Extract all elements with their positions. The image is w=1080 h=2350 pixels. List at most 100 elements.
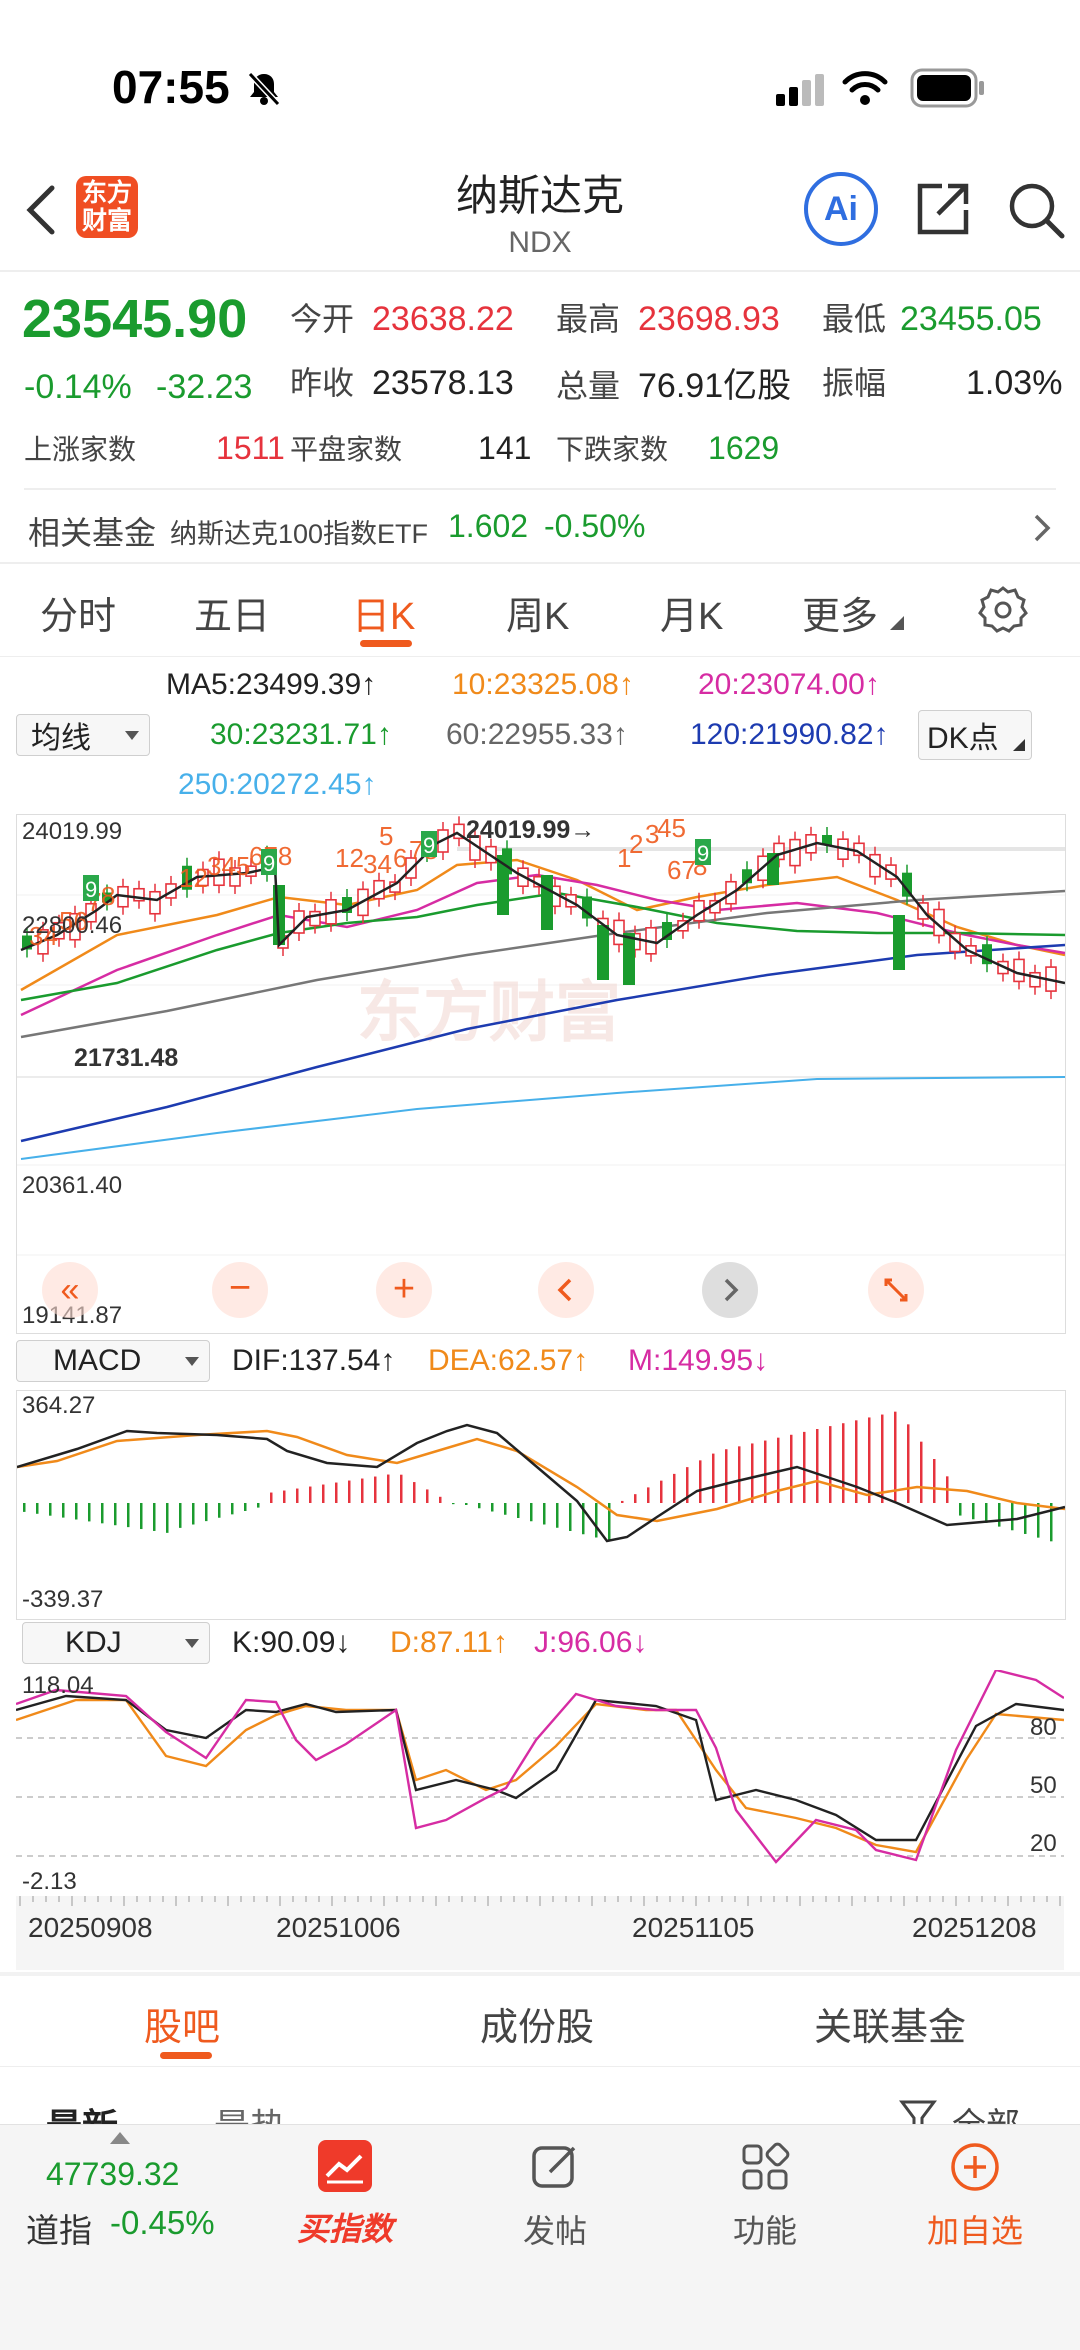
function-label: 功能 bbox=[732, 2213, 797, 2249]
kline-axis-mid: 22800.46 bbox=[22, 912, 123, 939]
svg-text:12: 12 bbox=[179, 863, 208, 893]
status-bar: 07:55 bbox=[0, 0, 1080, 150]
kdj-level-80: 80 bbox=[1030, 1714, 1057, 1741]
kline-chart[interactable]: 东方财富 3456781234567812346785123456789999 bbox=[16, 814, 1066, 1334]
tab-related-funds[interactable]: 关联基金 bbox=[814, 1996, 966, 2051]
prev-close-value: 23578.13 bbox=[372, 364, 514, 402]
fullscreen-button[interactable] bbox=[868, 1262, 924, 1318]
breadth-flat: 平盘家数 141 bbox=[290, 428, 531, 468]
breadth-up: 上涨家数 1511 bbox=[24, 428, 285, 468]
ma-selector-label: 均线 bbox=[31, 722, 91, 755]
subtab-hot[interactable]: 最热 bbox=[214, 2098, 286, 2124]
open-label: 今开 bbox=[290, 301, 355, 337]
quote-high: 最高 23698.93 bbox=[556, 294, 780, 340]
edit-icon bbox=[532, 2146, 576, 2188]
tab-monthly-k[interactable]: 月K bbox=[660, 585, 723, 640]
add-watchlist-button[interactable]: 加自选 bbox=[920, 2140, 1030, 2252]
section-gap bbox=[0, 562, 1080, 564]
macd-chart[interactable] bbox=[16, 1390, 1066, 1620]
ma30-value: 30:23231.71↑ bbox=[210, 718, 392, 751]
status-time: 07:55 bbox=[112, 61, 230, 113]
subtab-latest[interactable]: 最新 bbox=[46, 2098, 118, 2124]
macd-series bbox=[17, 1411, 1065, 1543]
svg-text:9: 9 bbox=[697, 841, 709, 866]
dropdown-arrow-icon bbox=[185, 1357, 199, 1366]
filter-all-label: 全部 bbox=[952, 2098, 1020, 2124]
date-label-1: 20250908 bbox=[28, 1912, 153, 1943]
dow-label: 道指 bbox=[26, 2212, 92, 2249]
ma60-value: 60:22955.33↑ bbox=[446, 718, 628, 751]
zoom-out-button[interactable]: − bbox=[212, 1262, 268, 1318]
dropdown-arrow-icon bbox=[185, 1639, 199, 1648]
related-fund-row[interactable]: 相关基金 纳斯达克100指数ETF 1.602 -0.50% bbox=[0, 496, 1080, 556]
amplitude-label: 振幅 bbox=[822, 365, 887, 401]
post-button[interactable]: 发帖 bbox=[500, 2140, 610, 2252]
flat-label: 平盘家数 bbox=[290, 434, 403, 465]
kdj-selector[interactable]: KDJ bbox=[22, 1622, 210, 1664]
tab-guba[interactable]: 股吧 bbox=[144, 1996, 220, 2051]
kline-max-value: 24019.99 bbox=[466, 816, 571, 844]
amplitude-value: 1.03% bbox=[966, 364, 1063, 402]
ma20-value: 20:23074.00↑ bbox=[698, 668, 880, 701]
date-axis: 20250908 20251006 20251105 20251208 bbox=[16, 1896, 1064, 1970]
header-divider bbox=[0, 270, 1080, 272]
svg-text:2: 2 bbox=[629, 829, 643, 859]
kdj-chart[interactable] bbox=[16, 1670, 1064, 1906]
tab-weekly-k[interactable]: 周K bbox=[506, 585, 569, 640]
flat-value: 141 bbox=[478, 430, 532, 466]
kdj-axis-bottom: -2.13 bbox=[22, 1868, 77, 1895]
svg-text:345: 345 bbox=[207, 851, 250, 881]
tab-five-day[interactable]: 五日 bbox=[194, 585, 270, 640]
macd-axis-top: 364.27 bbox=[22, 1392, 96, 1419]
tab-intraday[interactable]: 分时 bbox=[40, 585, 116, 640]
function-button[interactable]: 功能 bbox=[710, 2140, 820, 2252]
high-label: 最高 bbox=[556, 301, 621, 337]
kdj-axis-top: 118.04 bbox=[22, 1672, 94, 1699]
dow-ticker[interactable]: 47739.32 道指 -0.45% bbox=[26, 2156, 256, 2266]
macd-selector[interactable]: MACD bbox=[16, 1340, 210, 1382]
share-icon[interactable] bbox=[912, 178, 974, 240]
signal-icon bbox=[776, 74, 824, 106]
ma-selector[interactable]: 均线 bbox=[16, 714, 150, 756]
chevron-left-icon bbox=[557, 1278, 572, 1302]
tab-more[interactable]: 更多 bbox=[802, 585, 878, 640]
low-value: 23455.05 bbox=[900, 300, 1042, 338]
ai-label: Ai bbox=[824, 189, 858, 228]
next-button[interactable] bbox=[702, 1262, 758, 1318]
svg-text:6: 6 bbox=[393, 843, 407, 873]
divider bbox=[0, 2066, 1080, 2067]
filter-all[interactable]: 全部 bbox=[898, 2098, 1020, 2124]
chart-watermark: 东方财富 bbox=[357, 975, 621, 1049]
down-value: 1629 bbox=[708, 430, 780, 466]
up-label: 上涨家数 bbox=[24, 434, 137, 465]
kdj-level-50: 50 bbox=[1030, 1772, 1057, 1799]
section-divider bbox=[0, 1972, 1080, 1976]
kdj-level-20: 20 bbox=[1030, 1830, 1057, 1857]
kdj-j: J:96.06↓ bbox=[534, 1626, 648, 1659]
dk-point-button[interactable]: DK点 bbox=[918, 710, 1032, 760]
chevron-right-icon bbox=[724, 1278, 739, 1302]
prev-button[interactable] bbox=[538, 1262, 594, 1318]
buy-index-button[interactable]: 买指数 bbox=[290, 2140, 400, 2250]
tab-constituents[interactable]: 成份股 bbox=[480, 1996, 594, 2051]
search-icon[interactable] bbox=[1004, 178, 1068, 242]
ma10-value: 10:23325.08↑ bbox=[452, 668, 634, 701]
grid-icon bbox=[742, 2142, 790, 2190]
scroll-left-button[interactable]: « bbox=[42, 1262, 98, 1318]
divider bbox=[24, 488, 1056, 490]
kdj-selector-label: KDJ bbox=[65, 1626, 122, 1659]
filter-icon bbox=[899, 2100, 937, 2124]
svg-text:45: 45 bbox=[657, 814, 686, 843]
volume-value: 76.91亿股 bbox=[638, 367, 792, 405]
gear-icon[interactable] bbox=[978, 584, 1028, 634]
zoom-in-button[interactable]: + bbox=[376, 1262, 432, 1318]
tab-daily-k[interactable]: 日K bbox=[352, 585, 415, 640]
dropdown-corner-icon bbox=[890, 616, 904, 630]
ai-button[interactable]: Ai bbox=[804, 172, 878, 246]
date-label-3: 20251105 bbox=[632, 1912, 755, 1943]
low-label: 最低 bbox=[822, 301, 887, 337]
date-axis-ticks bbox=[19, 1896, 1061, 1906]
add-circle-icon bbox=[951, 2143, 999, 2191]
date-label-4: 20251208 bbox=[912, 1912, 1037, 1943]
dow-value: 47739.32 bbox=[46, 2156, 180, 2192]
